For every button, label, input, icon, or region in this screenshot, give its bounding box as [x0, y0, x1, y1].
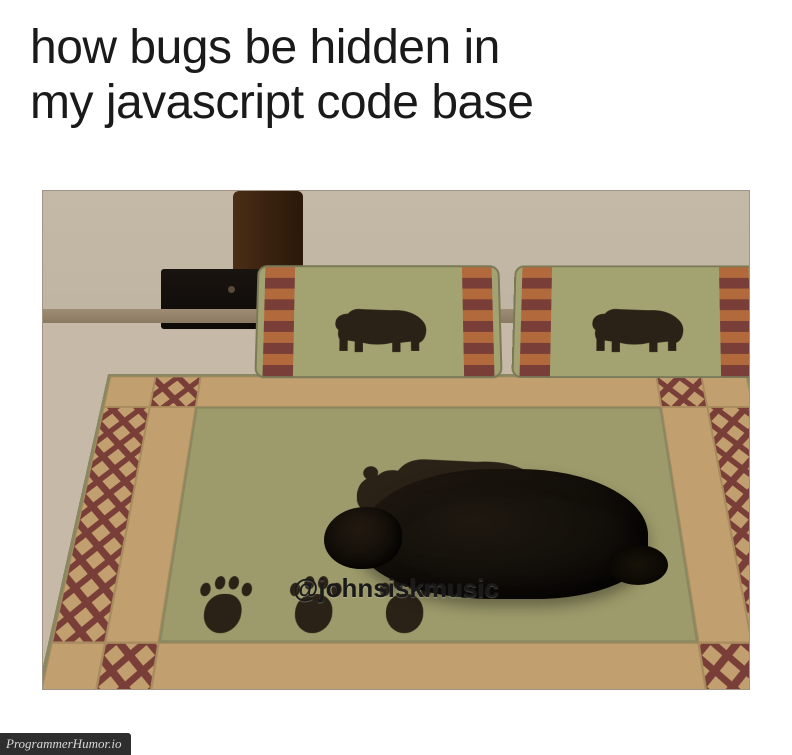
- site-watermark: ProgrammerHumor.io: [0, 733, 131, 755]
- bed: [108, 319, 749, 689]
- meme-caption: how bugs be hidden in my javascript code…: [0, 0, 792, 140]
- quilt-border: [701, 377, 750, 407]
- bear-silhouette-icon: [312, 289, 448, 358]
- quilt-border-pattern: [656, 377, 707, 407]
- pillow-stripe: [719, 268, 750, 377]
- caption-line-2: my javascript code base: [30, 76, 533, 129]
- quilt-border-pattern: [95, 643, 159, 690]
- pillow-stripe: [462, 268, 495, 377]
- pillow-left: [254, 266, 502, 379]
- bear-silhouette-icon: [569, 289, 705, 358]
- quilt-border: [42, 643, 105, 690]
- pillow-stripe: [263, 268, 296, 377]
- quilt-border-pattern: [150, 377, 201, 407]
- quilt-border: [104, 377, 156, 407]
- pillow-stripe: [520, 268, 553, 377]
- pawprint-icon: [188, 574, 257, 640]
- caption-line-1: how bugs be hidden in: [30, 21, 500, 74]
- quilt-border: [196, 377, 661, 407]
- quilt-border: [150, 643, 707, 690]
- meme-photo: @johnsiskmusic: [42, 190, 750, 690]
- image-credit-handle: @johnsiskmusic: [293, 573, 499, 604]
- quilt-border-pattern: [698, 643, 750, 690]
- pillow-right: [511, 266, 750, 379]
